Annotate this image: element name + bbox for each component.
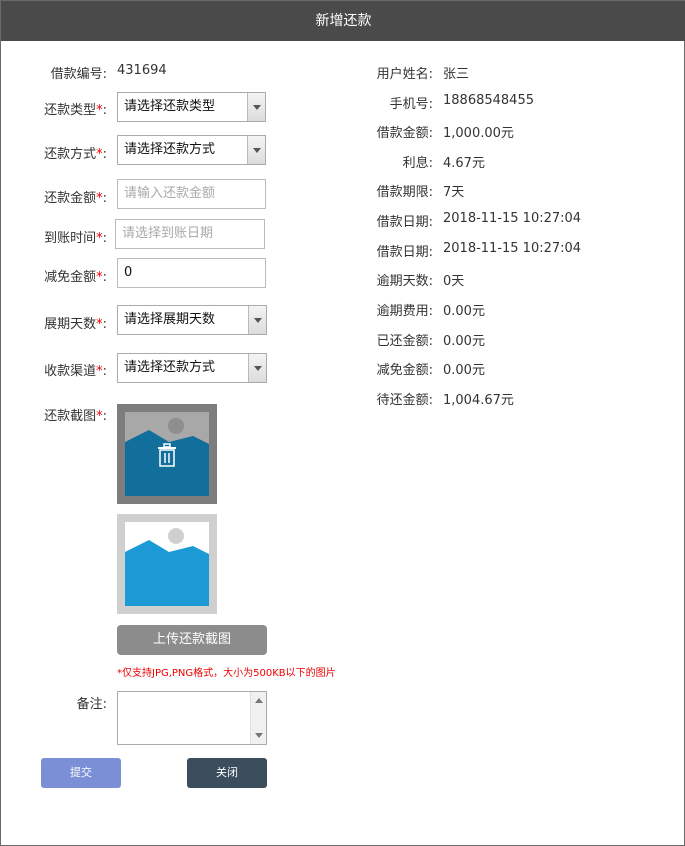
- info-label: 手机号:: [389, 97, 433, 112]
- channel-select[interactable]: 请选择还款方式: [117, 353, 267, 383]
- waive-amount-input[interactable]: 0: [117, 258, 266, 288]
- extend-days-select[interactable]: 请选择展期天数: [117, 305, 267, 335]
- info-value: 7天: [443, 185, 465, 200]
- info-label: 借款期限:: [376, 185, 433, 200]
- info-value: 1,004.67元: [443, 393, 514, 408]
- chevron-down-icon: [248, 306, 266, 334]
- repay-method-select[interactable]: 请选择还款方式: [117, 135, 266, 165]
- remark-label: 备注:: [76, 697, 107, 712]
- submit-button[interactable]: 提交: [41, 758, 121, 788]
- info-label: 利息:: [402, 156, 433, 171]
- info-value: 18868548455: [443, 93, 534, 108]
- info-value: 0天: [443, 274, 465, 289]
- dialog-title: 新增还款: [1, 1, 685, 41]
- info-value: 4.67元: [443, 156, 485, 171]
- textarea-scrollbar[interactable]: [250, 692, 266, 744]
- info-label: 用户姓名:: [376, 67, 433, 82]
- screenshot-placeholder[interactable]: [117, 514, 217, 614]
- repay-method-label: 还款方式*:: [44, 147, 107, 162]
- info-value: 张三: [443, 67, 470, 82]
- loan-no-value: 431694: [117, 63, 167, 78]
- info-value: 1,000.00元: [443, 126, 514, 141]
- screenshot-label: 还款截图*:: [44, 409, 107, 424]
- repay-type-label: 还款类型*:: [44, 103, 107, 118]
- repay-amount-label: 还款金额*:: [44, 191, 107, 206]
- info-value: 2018-11-15 10:27:04: [443, 211, 582, 226]
- chevron-down-icon: [247, 136, 265, 164]
- trash-icon[interactable]: [155, 442, 179, 468]
- info-label: 待还金额:: [376, 393, 433, 408]
- arrival-time-input[interactable]: 请选择到账日期: [115, 219, 265, 249]
- upload-screenshot-button[interactable]: 上传还款截图: [117, 625, 267, 655]
- waive-amount-label: 减免金额*:: [44, 270, 107, 285]
- info-label: 借款金额:: [376, 126, 433, 141]
- repay-type-select[interactable]: 请选择还款类型: [117, 92, 266, 122]
- info-label: 逾期费用:: [376, 304, 433, 319]
- extend-days-label: 展期天数*:: [44, 317, 107, 332]
- close-button[interactable]: 关闭: [187, 758, 267, 788]
- chevron-down-icon: [247, 93, 265, 121]
- loan-no-label: 借款编号:: [50, 67, 107, 82]
- channel-label: 收款渠道*:: [44, 364, 107, 379]
- remark-textarea[interactable]: [117, 691, 267, 745]
- arrow-up-icon[interactable]: [255, 698, 263, 703]
- info-value: 0.00元: [443, 304, 485, 319]
- info-label: 减免金额:: [376, 363, 433, 378]
- info-value: 0.00元: [443, 334, 485, 349]
- info-label: 逾期天数:: [376, 274, 433, 289]
- arrival-time-label: 到账时间*:: [44, 231, 107, 246]
- screenshot-thumbnail[interactable]: [117, 404, 217, 504]
- info-label: 借款日期:: [376, 215, 433, 230]
- arrow-down-icon[interactable]: [255, 733, 263, 738]
- repay-amount-input[interactable]: 请输入还款金额: [117, 179, 266, 209]
- info-label: 借款日期:: [376, 245, 433, 260]
- info-value: 0.00元: [443, 363, 485, 378]
- info-value: 2018-11-15 10:27:04: [443, 241, 582, 256]
- image-placeholder-icon: [117, 514, 217, 614]
- chevron-down-icon: [248, 354, 266, 382]
- info-label: 已还金额:: [376, 334, 433, 349]
- upload-tip: *仅支持JPG,PNG格式，大小为500KB以下的图片: [117, 668, 336, 679]
